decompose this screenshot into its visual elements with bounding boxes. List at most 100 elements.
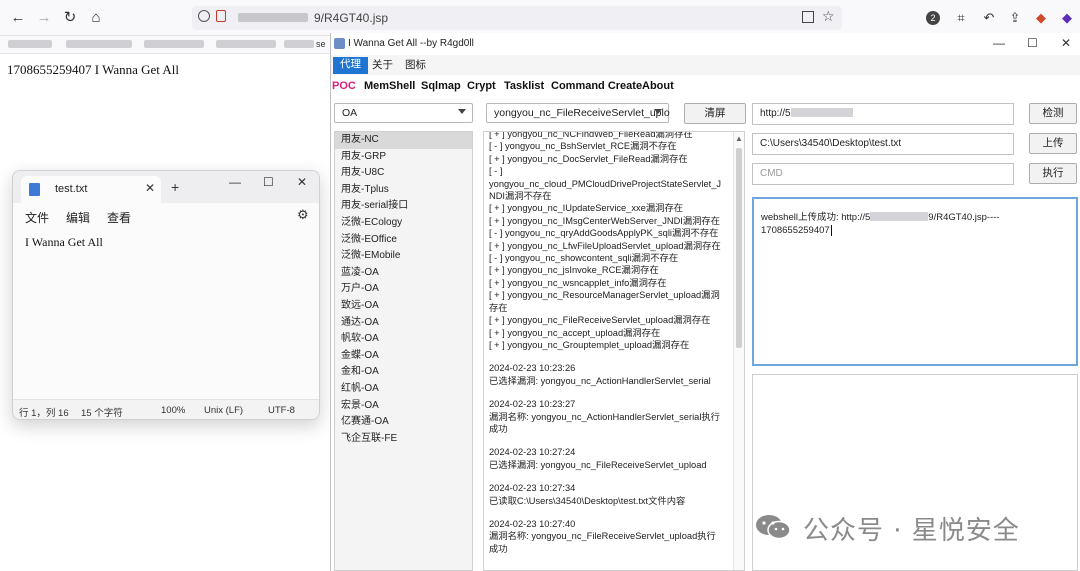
log-line: 已选择漏洞: yongyou_nc_FileReceiveServlet_upl… — [489, 459, 707, 470]
qr-code-icon[interactable] — [802, 11, 814, 23]
upload-button[interactable]: 上传 — [1029, 133, 1077, 154]
tool-title: I Wanna Get All --by R4gd0ll — [348, 38, 474, 49]
forward-icon[interactable]: → — [34, 8, 54, 28]
category-select[interactable]: OA — [334, 103, 473, 123]
extension-badge-icon[interactable]: 2 — [926, 11, 940, 25]
result-prefix: webshell上传成功: http://5 — [761, 212, 871, 223]
tab-sqlmap[interactable]: Sqlmap — [421, 80, 461, 92]
log-line: 已选择漏洞: yongyou_nc_ActionHandlerServlet_s… — [489, 375, 711, 386]
list-item[interactable]: 飞企互联-FE — [335, 431, 472, 448]
tab-about[interactable]: About — [642, 80, 674, 92]
bookmark-item[interactable] — [144, 40, 204, 48]
check-button[interactable]: 检测 — [1029, 103, 1077, 124]
log-spacer — [489, 387, 733, 398]
bookmark-item[interactable] — [8, 40, 52, 48]
undo-icon[interactable]: ↶ — [980, 9, 998, 27]
log-line: [ - ] — [489, 166, 503, 177]
vuln-select[interactable]: yongyou_nc_FileReceiveServlet_uplo — [486, 103, 670, 123]
minimize-icon[interactable]: — — [229, 175, 241, 189]
menu-about[interactable]: 关于 — [365, 58, 400, 75]
new-tab-icon[interactable]: + — [171, 179, 179, 195]
log-line: [ + ] yongyou_nc_IUpdateService_xxe漏洞存在 — [489, 203, 684, 214]
close-window-icon[interactable]: ✕ — [297, 175, 307, 189]
cmd-input[interactable]: CMD — [752, 163, 1014, 185]
bookmark-item[interactable] — [66, 40, 132, 48]
bookmark-item[interactable] — [216, 40, 276, 48]
list-item[interactable]: 致远-OA — [335, 298, 472, 315]
log-spacer — [489, 435, 733, 446]
bookmark-item[interactable] — [284, 40, 314, 48]
log-line: [ + ] yongyou_nc_NCFindWeb_FileRead漏洞存在 — [489, 131, 693, 139]
tool-titlebar: I Wanna Get All --by R4gd0ll — ☐ ✕ — [331, 33, 1080, 55]
list-item[interactable]: 泛微-EOffice — [335, 232, 472, 249]
target-url-input[interactable]: http://5 — [752, 103, 1014, 125]
tab-memshell[interactable]: MemShell — [364, 80, 415, 92]
list-item[interactable]: 用友-Tplus — [335, 182, 472, 199]
maximize-icon[interactable]: ☐ — [1027, 36, 1038, 50]
minimize-icon[interactable]: — — [993, 36, 1005, 50]
clear-button[interactable]: 清屏 — [684, 103, 746, 124]
scroll-up-icon[interactable]: ▲ — [735, 134, 743, 143]
url-redacted — [790, 108, 853, 117]
list-item[interactable]: 用友-serial接口 — [335, 198, 472, 215]
menu-proxy[interactable]: 代理 — [333, 57, 368, 74]
list-item[interactable]: 金和-OA — [335, 364, 472, 381]
app-icon[interactable]: ◆ — [1058, 9, 1076, 27]
scroll-thumb[interactable] — [736, 148, 742, 348]
log-line: 成功 — [489, 543, 508, 554]
log-scrollbar[interactable]: ▲ — [733, 132, 744, 570]
maximize-icon[interactable]: ☐ — [263, 175, 274, 189]
reload-icon[interactable]: ↻ — [60, 8, 80, 28]
list-item[interactable]: 用友-GRP — [335, 149, 472, 166]
list-item[interactable]: 用友-U8C — [335, 165, 472, 182]
list-item[interactable]: 用友-NC — [335, 132, 472, 149]
star-icon[interactable]: ☆ — [822, 8, 835, 25]
gear-icon[interactable]: ⚙ — [297, 207, 309, 223]
list-item[interactable]: 蓝凌-OA — [335, 265, 472, 282]
tool-tabbar: POC MemShell Sqlmap Crypt Tasklist Comma… — [331, 76, 1080, 96]
close-window-icon[interactable]: ✕ — [1061, 36, 1071, 50]
list-item[interactable]: 泛微-ECology — [335, 215, 472, 232]
list-item[interactable]: 通达-OA — [335, 315, 472, 332]
notepad-text-area[interactable]: I Wanna Get All — [25, 235, 103, 250]
share-icon[interactable]: ⇪ — [1006, 9, 1024, 27]
menu-edit[interactable]: 编辑 — [66, 209, 90, 226]
tab-crypt[interactable]: Crypt — [467, 80, 496, 92]
list-item[interactable]: 宏景-OA — [335, 398, 472, 415]
back-icon[interactable]: ← — [8, 8, 28, 28]
list-item[interactable]: 泛微-EMobile — [335, 248, 472, 265]
log-line: [ + ] yongyou_nc_DocServlet_FileRead漏洞存在 — [489, 153, 688, 164]
close-tab-icon[interactable]: ✕ — [145, 181, 155, 195]
tab-tasklist[interactable]: Tasklist — [504, 80, 544, 92]
log-line: 漏洞名称: yongyou_nc_ActionHandlerServlet_se… — [489, 411, 720, 422]
address-bar[interactable]: 9/R4GT40.jsp ☆ — [192, 6, 842, 30]
url-text: 9/R4GT40.jsp — [314, 11, 389, 25]
line-ending: Unix (LF) — [204, 405, 244, 416]
list-item[interactable]: 红帆-OA — [335, 381, 472, 398]
bookmarks-bar: se — [0, 36, 330, 54]
extension-icon[interactable]: ◆ — [1032, 9, 1050, 27]
list-item[interactable]: 帆软-OA — [335, 331, 472, 348]
tab-poc[interactable]: POC — [332, 80, 356, 92]
log-line: [ + ] yongyou_nc_ResourceManagerServlet_… — [489, 290, 720, 301]
list-item[interactable]: 亿赛通-OA — [335, 414, 472, 431]
tab-command-create[interactable]: Command Create — [551, 80, 642, 92]
notepad-file-icon — [29, 183, 40, 196]
menu-icon[interactable]: 图标 — [398, 58, 433, 75]
page-body-text: 1708655259407 I Wanna Get All — [7, 62, 180, 77]
log-output[interactable]: [ + ] yongyou_nc_NCFindWeb_FileRead漏洞存在 [… — [483, 131, 745, 571]
execute-button[interactable]: 执行 — [1029, 163, 1077, 184]
crop-icon[interactable]: ⌗ — [952, 9, 970, 27]
tool-menubar: 代理 关于 图标 — [331, 55, 1080, 75]
result-output[interactable]: webshell上传成功: http://5 9/R4GT40.jsp---- 1… — [752, 197, 1078, 366]
bookmark-label[interactable]: se — [316, 39, 326, 49]
notepad-tab[interactable]: test.txt ✕ — [21, 176, 161, 203]
menu-view[interactable]: 查看 — [107, 209, 131, 226]
list-item[interactable]: 金蝶-OA — [335, 348, 472, 365]
chevron-down-icon — [458, 109, 466, 114]
menu-file[interactable]: 文件 — [25, 209, 49, 226]
url-redacted — [870, 212, 929, 221]
list-item[interactable]: 万户-OA — [335, 281, 472, 298]
upload-path-input[interactable]: C:\Users\34540\Desktop\test.txt — [752, 133, 1014, 155]
home-icon[interactable]: ⌂ — [86, 8, 106, 28]
